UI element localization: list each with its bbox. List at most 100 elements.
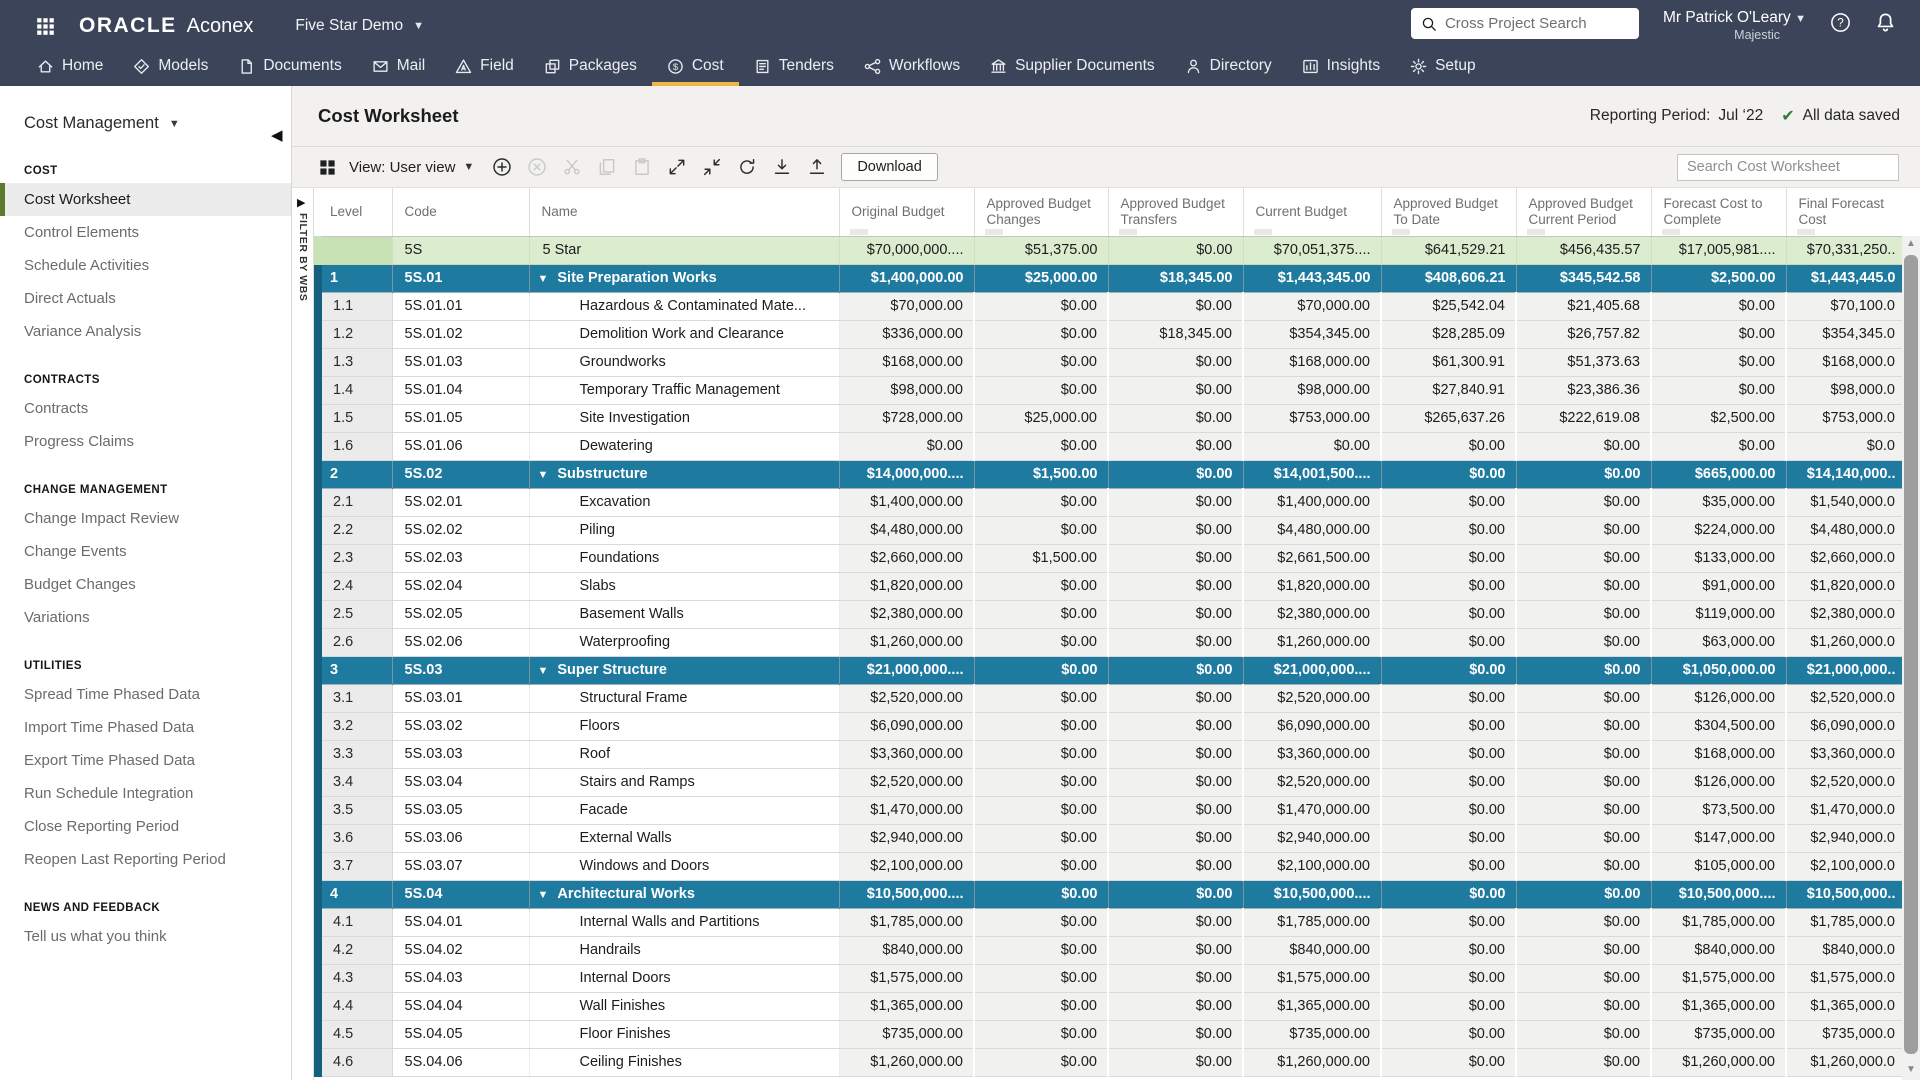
cell-forecast-cost-to-complete[interactable]: $2,500.00 [1651, 264, 1786, 292]
cell-original-budget[interactable]: $336,000.00 [839, 320, 974, 348]
cell-approved-budget-to-date[interactable]: $27,840.91 [1381, 376, 1516, 404]
cell-forecast-cost-to-complete[interactable]: $10,500,000.... [1651, 880, 1786, 908]
cell-name[interactable]: Site Investigation [529, 404, 839, 432]
cell-level[interactable]: 2 [318, 460, 392, 488]
cell-name[interactable]: Wall Finishes [529, 992, 839, 1020]
cell-final-forecast-cost[interactable]: $0.0 [1786, 432, 1902, 460]
cell-code[interactable]: 5S.01.01 [392, 292, 529, 320]
cell-approved-budget-transfers[interactable]: $0.00 [1108, 572, 1243, 600]
cell-forecast-cost-to-complete[interactable]: $126,000.00 [1651, 684, 1786, 712]
cell-approved-budget-to-date[interactable]: $0.00 [1381, 936, 1516, 964]
cell-code[interactable]: 5S.02.06 [392, 628, 529, 656]
cell-approved-budget-to-date[interactable]: $0.00 [1381, 852, 1516, 880]
cell-approved-budget-to-date[interactable]: $0.00 [1381, 992, 1516, 1020]
cell-name[interactable]: Roof [529, 740, 839, 768]
cell-approved-budget-transfers[interactable]: $0.00 [1108, 880, 1243, 908]
cell-approved-budget-changes[interactable]: $0.00 [974, 432, 1108, 460]
cell-approved-budget-changes[interactable]: $0.00 [974, 824, 1108, 852]
cell-level[interactable]: 4.4 [318, 992, 392, 1020]
column-header-final-forecast-cost[interactable]: Final Forecast Cost [1786, 188, 1902, 236]
app-grid-icon[interactable] [36, 17, 55, 36]
nav-item-mail[interactable]: Mail [357, 46, 440, 86]
cell-name[interactable]: Waterproofing [529, 628, 839, 656]
cell-forecast-cost-to-complete[interactable]: $224,000.00 [1651, 516, 1786, 544]
cell-final-forecast-cost[interactable]: $2,940,000.0 [1786, 824, 1902, 852]
cell-approved-budget-to-date[interactable]: $0.00 [1381, 908, 1516, 936]
cell-code[interactable]: 5S.02 [392, 460, 529, 488]
cell-approved-budget-changes[interactable]: $0.00 [974, 908, 1108, 936]
cell-approved-budget-to-date[interactable]: $0.00 [1381, 796, 1516, 824]
cell-approved-budget-transfers[interactable]: $0.00 [1108, 908, 1243, 936]
cell-approved-budget-current-period[interactable]: $0.00 [1516, 768, 1651, 796]
cell-forecast-cost-to-complete[interactable]: $168,000.00 [1651, 740, 1786, 768]
cell-final-forecast-cost[interactable]: $2,520,000.0 [1786, 684, 1902, 712]
cell-approved-budget-changes[interactable]: $0.00 [974, 992, 1108, 1020]
cell-approved-budget-current-period[interactable]: $0.00 [1516, 432, 1651, 460]
cell-original-budget[interactable]: $2,100,000.00 [839, 852, 974, 880]
cell-final-forecast-cost[interactable]: $2,520,000.0 [1786, 768, 1902, 796]
cell-name[interactable]: Ceiling Finishes [529, 1048, 839, 1076]
cell-current-budget[interactable]: $2,661,500.00 [1243, 544, 1381, 572]
cell-approved-budget-changes[interactable]: $25,000.00 [974, 264, 1108, 292]
cell-level[interactable]: 3.1 [318, 684, 392, 712]
cell-name[interactable]: Temporary Traffic Management [529, 376, 839, 404]
cell-approved-budget-to-date[interactable]: $0.00 [1381, 516, 1516, 544]
add-circle-icon[interactable] [492, 157, 512, 177]
cell-level[interactable]: 4 [318, 880, 392, 908]
wbs-child-row[interactable]: 4.25S.04.02Handrails$840,000.00$0.00$0.0… [318, 936, 1902, 964]
cell-approved-budget-changes[interactable]: $0.00 [974, 488, 1108, 516]
cell-code[interactable]: 5S.04 [392, 880, 529, 908]
cell-approved-budget-current-period[interactable]: $21,405.68 [1516, 292, 1651, 320]
collapse-triangle-icon[interactable]: ▼ [538, 469, 549, 481]
cell-approved-budget-changes[interactable]: $0.00 [974, 880, 1108, 908]
cell-name[interactable]: Floor Finishes [529, 1020, 839, 1048]
cell-final-forecast-cost[interactable]: $1,365,000.0 [1786, 992, 1902, 1020]
cell-approved-budget-to-date[interactable]: $0.00 [1381, 572, 1516, 600]
cell-final-forecast-cost[interactable]: $3,360,000.0 [1786, 740, 1902, 768]
cell-approved-budget-changes[interactable]: $0.00 [974, 684, 1108, 712]
cell-code[interactable]: 5S.03.07 [392, 852, 529, 880]
sidebar-item-spread-time-phased-data[interactable]: Spread Time Phased Data [0, 678, 291, 711]
cell-final-forecast-cost[interactable]: $753,000.0 [1786, 404, 1902, 432]
cross-project-search-input[interactable] [1445, 15, 1625, 32]
cell-code[interactable]: 5S.02.01 [392, 488, 529, 516]
wbs-child-row[interactable]: 1.55S.01.05Site Investigation$728,000.00… [318, 404, 1902, 432]
column-header-original-budget[interactable]: Original Budget [839, 188, 974, 236]
cell-forecast-cost-to-complete[interactable]: $133,000.00 [1651, 544, 1786, 572]
cell-final-forecast-cost[interactable]: $6,090,000.0 [1786, 712, 1902, 740]
nav-item-documents[interactable]: Documents [223, 46, 356, 86]
cell-approved-budget-to-date[interactable]: $0.00 [1381, 1048, 1516, 1076]
cell-original-budget[interactable]: $1,575,000.00 [839, 964, 974, 992]
cell-level[interactable]: 1.6 [318, 432, 392, 460]
wbs-child-row[interactable]: 3.65S.03.06External Walls$2,940,000.00$0… [318, 824, 1902, 852]
cell-approved-budget-current-period[interactable]: $26,757.82 [1516, 320, 1651, 348]
cell-approved-budget-transfers[interactable]: $0.00 [1108, 712, 1243, 740]
cell-approved-budget-transfers[interactable]: $0.00 [1108, 796, 1243, 824]
cell-final-forecast-cost[interactable]: $2,660,000.0 [1786, 544, 1902, 572]
cell-level[interactable]: 1.2 [318, 320, 392, 348]
cell-current-budget[interactable]: $753,000.00 [1243, 404, 1381, 432]
cell-code[interactable]: 5S.03.05 [392, 796, 529, 824]
cell-final-forecast-cost[interactable]: $2,100,000.0 [1786, 852, 1902, 880]
cell-approved-budget-to-date[interactable]: $641,529.21 [1381, 236, 1516, 264]
cell-approved-budget-current-period[interactable]: $0.00 [1516, 936, 1651, 964]
cell-name[interactable]: ▼Super Structure [529, 656, 839, 684]
cell-approved-budget-to-date[interactable]: $61,300.91 [1381, 348, 1516, 376]
sidebar-item-variance-analysis[interactable]: Variance Analysis [0, 315, 291, 348]
cell-approved-budget-transfers[interactable]: $0.00 [1108, 684, 1243, 712]
cell-approved-budget-current-period[interactable]: $456,435.57 [1516, 236, 1651, 264]
wbs-child-row[interactable]: 3.45S.03.04Stairs and Ramps$2,520,000.00… [318, 768, 1902, 796]
wbs-group-row[interactable]: 15S.01▼Site Preparation Works$1,400,000.… [318, 264, 1902, 292]
cell-original-budget[interactable]: $1,820,000.00 [839, 572, 974, 600]
cell-approved-budget-to-date[interactable]: $408,606.21 [1381, 264, 1516, 292]
cell-approved-budget-current-period[interactable]: $0.00 [1516, 880, 1651, 908]
cell-approved-budget-to-date[interactable]: $0.00 [1381, 712, 1516, 740]
cell-final-forecast-cost[interactable]: $1,820,000.0 [1786, 572, 1902, 600]
cell-approved-budget-transfers[interactable]: $0.00 [1108, 656, 1243, 684]
cell-final-forecast-cost[interactable]: $14,140,000.. [1786, 460, 1902, 488]
cell-name[interactable]: Demolition Work and Clearance [529, 320, 839, 348]
cell-approved-budget-changes[interactable]: $0.00 [974, 516, 1108, 544]
cell-approved-budget-changes[interactable]: $0.00 [974, 600, 1108, 628]
sidebar-item-change-events[interactable]: Change Events [0, 535, 291, 568]
cell-final-forecast-cost[interactable]: $1,785,000.0 [1786, 908, 1902, 936]
